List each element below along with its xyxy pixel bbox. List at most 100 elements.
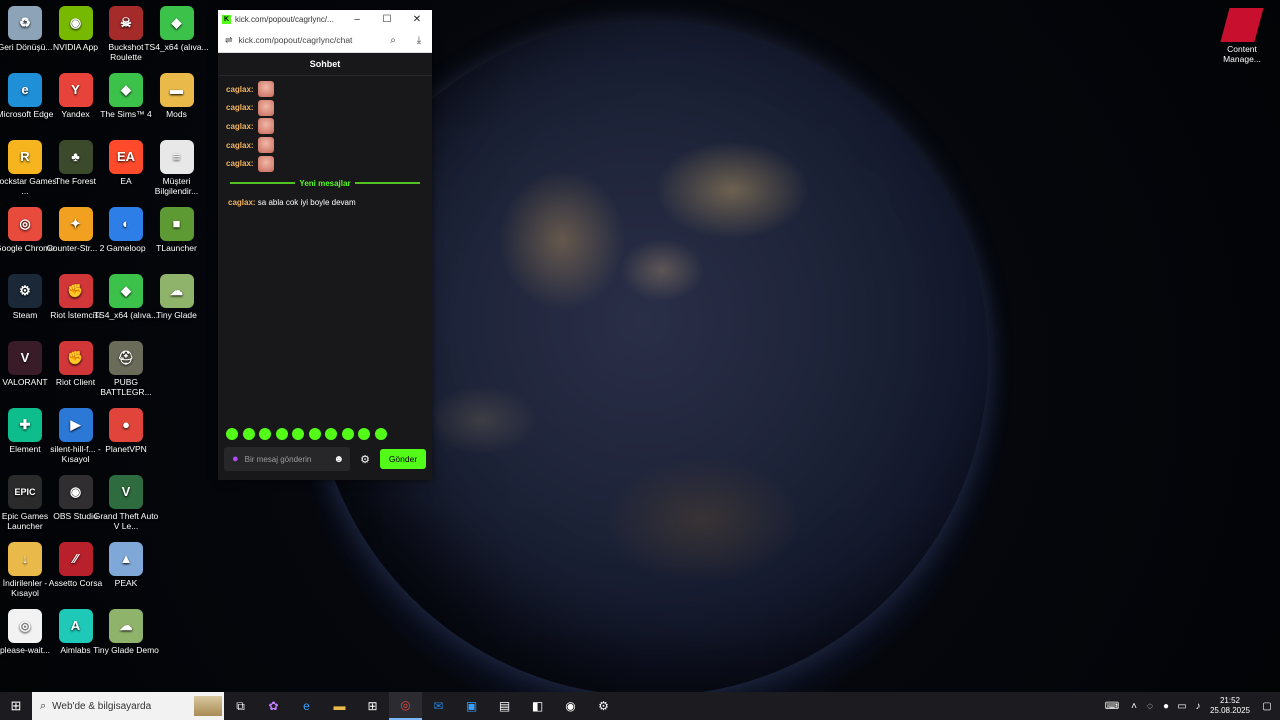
emote-icon[interactable] [257,99,274,116]
emoji-picker-icon[interactable]: ☻ [333,454,344,465]
address-url[interactable]: kick.com/popout/cagrlync/chat [239,35,380,45]
clock-date: 25.08.2025 [1209,706,1251,715]
chat-settings-gear-icon[interactable]: ⚙ [350,453,380,466]
folder-icon: ▬ [159,73,194,107]
desktop-icon-label: Content Manage... [1223,44,1261,64]
search-icon: ⌕ [40,699,47,712]
chat-username[interactable]: caglax: [228,198,256,207]
emote-icon[interactable] [257,118,274,135]
desktop-icon[interactable]: ⛑ PUBG BATTLEGR... [93,341,159,397]
chat-username[interactable]: caglax: [226,122,254,131]
desktop-icon-label: Grand Theft Auto V Le... [93,511,159,531]
minimize-button[interactable]: – [342,14,372,25]
chat-message: caglax: [226,117,424,136]
desktop-icon-label: TLauncher [156,243,197,253]
desktop-icon[interactable]: ◆ TS4_x64 (alıva... [144,6,210,52]
chat-message-text: sa abla cok iyi boyle devam [255,197,356,207]
desktop-icon-label: PEAK [114,578,138,588]
maximize-button[interactable]: ☐ [372,14,402,25]
chat-username[interactable]: caglax: [226,85,254,94]
emote-icon[interactable] [257,155,274,172]
pubg-icon: ⛑ [109,341,143,375]
document-icon: ≡ [159,140,194,174]
outlook-icon[interactable]: ✉ [422,692,455,720]
chat-popout-window: K kick.com/popout/cagrlync/... – ☐ ✕ ⇌ k… [218,10,432,480]
desktop-icon-label: Mods [166,109,187,119]
emote-icon[interactable] [226,428,238,440]
desktop-icon[interactable]: ▬ Mods [144,73,210,119]
download-icon[interactable]: ⤓ [406,35,432,46]
file-explorer-icon[interactable]: ▬ [323,692,356,720]
new-messages-label: Yeni mesajlar [299,178,351,188]
window-title: kick.com/popout/cagrlync/... [235,14,334,24]
chat-username[interactable]: caglax: [226,141,254,150]
notifications-icon[interactable]: ▢ [1254,701,1280,712]
window-titlebar[interactable]: K kick.com/popout/cagrlync/... – ☐ ✕ [218,10,432,28]
emote-icon[interactable] [292,428,304,440]
chrome-taskbar-icon[interactable]: ◎ [389,692,422,720]
address-bar[interactable]: ⇌ kick.com/popout/cagrlync/chat ⌕ ⤓ [218,28,432,53]
desktop-icon[interactable]: V Grand Theft Auto V Le... [93,475,159,531]
search-placeholder: Web'de & bilgisayarda [52,700,152,712]
desktop-icon-label: TS4_x64 (alıva... [144,42,209,52]
nvidia-icon: ◉ [58,6,93,40]
close-button[interactable]: ✕ [402,14,432,25]
site-settings-icon[interactable]: ⇌ [225,35,233,46]
send-button[interactable]: Gönder [380,449,426,469]
tray-app-icon[interactable]: ◌ [1142,701,1158,712]
emote-icon[interactable] [358,428,370,440]
chevron-up-icon[interactable]: ˄ [1126,701,1142,712]
volume-icon[interactable]: ♪ [1190,701,1206,712]
clock[interactable]: 21:52 25.08.2025 [1206,696,1254,716]
desktop-icon[interactable]: ▲ PEAK [93,542,159,588]
emote-icon[interactable] [275,428,288,440]
notes-taskbar-icon[interactable]: ◧ [521,692,554,720]
desktop-icon[interactable]: ■ TLauncher [144,207,210,253]
desktop-icon-content-manager[interactable]: Content Manage... [1212,8,1272,64]
taskbar: ⊞ ⌕ Web'de & bilgisayarda ⧉ ✿ e ▬ ⊞ ◎ ✉ … [0,692,1280,720]
settings-taskbar-icon[interactable]: ⚙ [587,692,620,720]
sims-plumbob-icon: ◆ [109,73,143,107]
task-view-icon[interactable]: ⧉ [224,692,257,720]
desktop-icon[interactable]: ≡ Müşteri Bilgilendir... [144,140,210,196]
zoom-icon[interactable]: ⌕ [380,35,406,46]
peak-icon: ▲ [109,542,143,576]
obs-taskbar-icon[interactable]: ◉ [554,692,587,720]
copilot-icon[interactable]: ✿ [257,692,290,720]
desktop-icon-label: PlanetVPN [105,444,147,454]
emote-icon[interactable] [308,428,321,440]
valorant-icon: V [8,341,42,375]
yandex-icon: Y [58,73,93,107]
emote-icon[interactable] [374,428,387,440]
windows-start-icon[interactable]: ⊞ [0,698,32,714]
desktop-icon[interactable]: ☁ Tiny Glade [144,274,210,320]
desktop-icon[interactable]: ☁ Tiny Glade Demo [93,609,159,655]
counter-strike-icon: ✦ [58,207,93,241]
taskbar-search[interactable]: ⌕ Web'de & bilgisayarda [32,692,224,720]
emote-icon[interactable] [257,137,274,154]
emote-icon[interactable] [242,428,255,440]
emote-icon[interactable] [341,428,354,440]
network-icon[interactable]: ▭ [1174,701,1190,712]
app-taskbar-icon[interactable]: ▤ [488,692,521,720]
chat-username[interactable]: caglax: [226,103,254,112]
edge-taskbar-icon[interactable]: e [290,692,323,720]
chat-input-placeholder: Bir mesaj gönderin [244,454,312,464]
desktop-icon[interactable]: ● PlanetVPN [93,408,159,454]
chat-input[interactable]: ● Bir mesaj gönderin ☻ [224,447,350,471]
microphone-icon[interactable]: ● [232,453,239,465]
emote-icon[interactable] [259,428,271,440]
chat-username[interactable]: caglax: [226,159,254,168]
tiny-glade-icon: ☁ [109,609,143,643]
microphone-tray-icon[interactable]: ● [1158,701,1174,712]
chrome-file-icon: ◎ [8,609,42,643]
steam-icon: ⚙ [8,274,42,308]
emote-icon[interactable] [257,81,274,98]
aimlabs-icon: A [58,609,93,643]
obs-icon: ◉ [58,475,93,509]
video-file-icon: ▶ [58,408,93,442]
remote-desktop-icon[interactable]: ▣ [455,692,488,720]
emote-icon[interactable] [325,428,337,440]
microsoft-store-icon[interactable]: ⊞ [356,692,389,720]
keyboard-icon[interactable]: ⌨ [1098,701,1126,712]
